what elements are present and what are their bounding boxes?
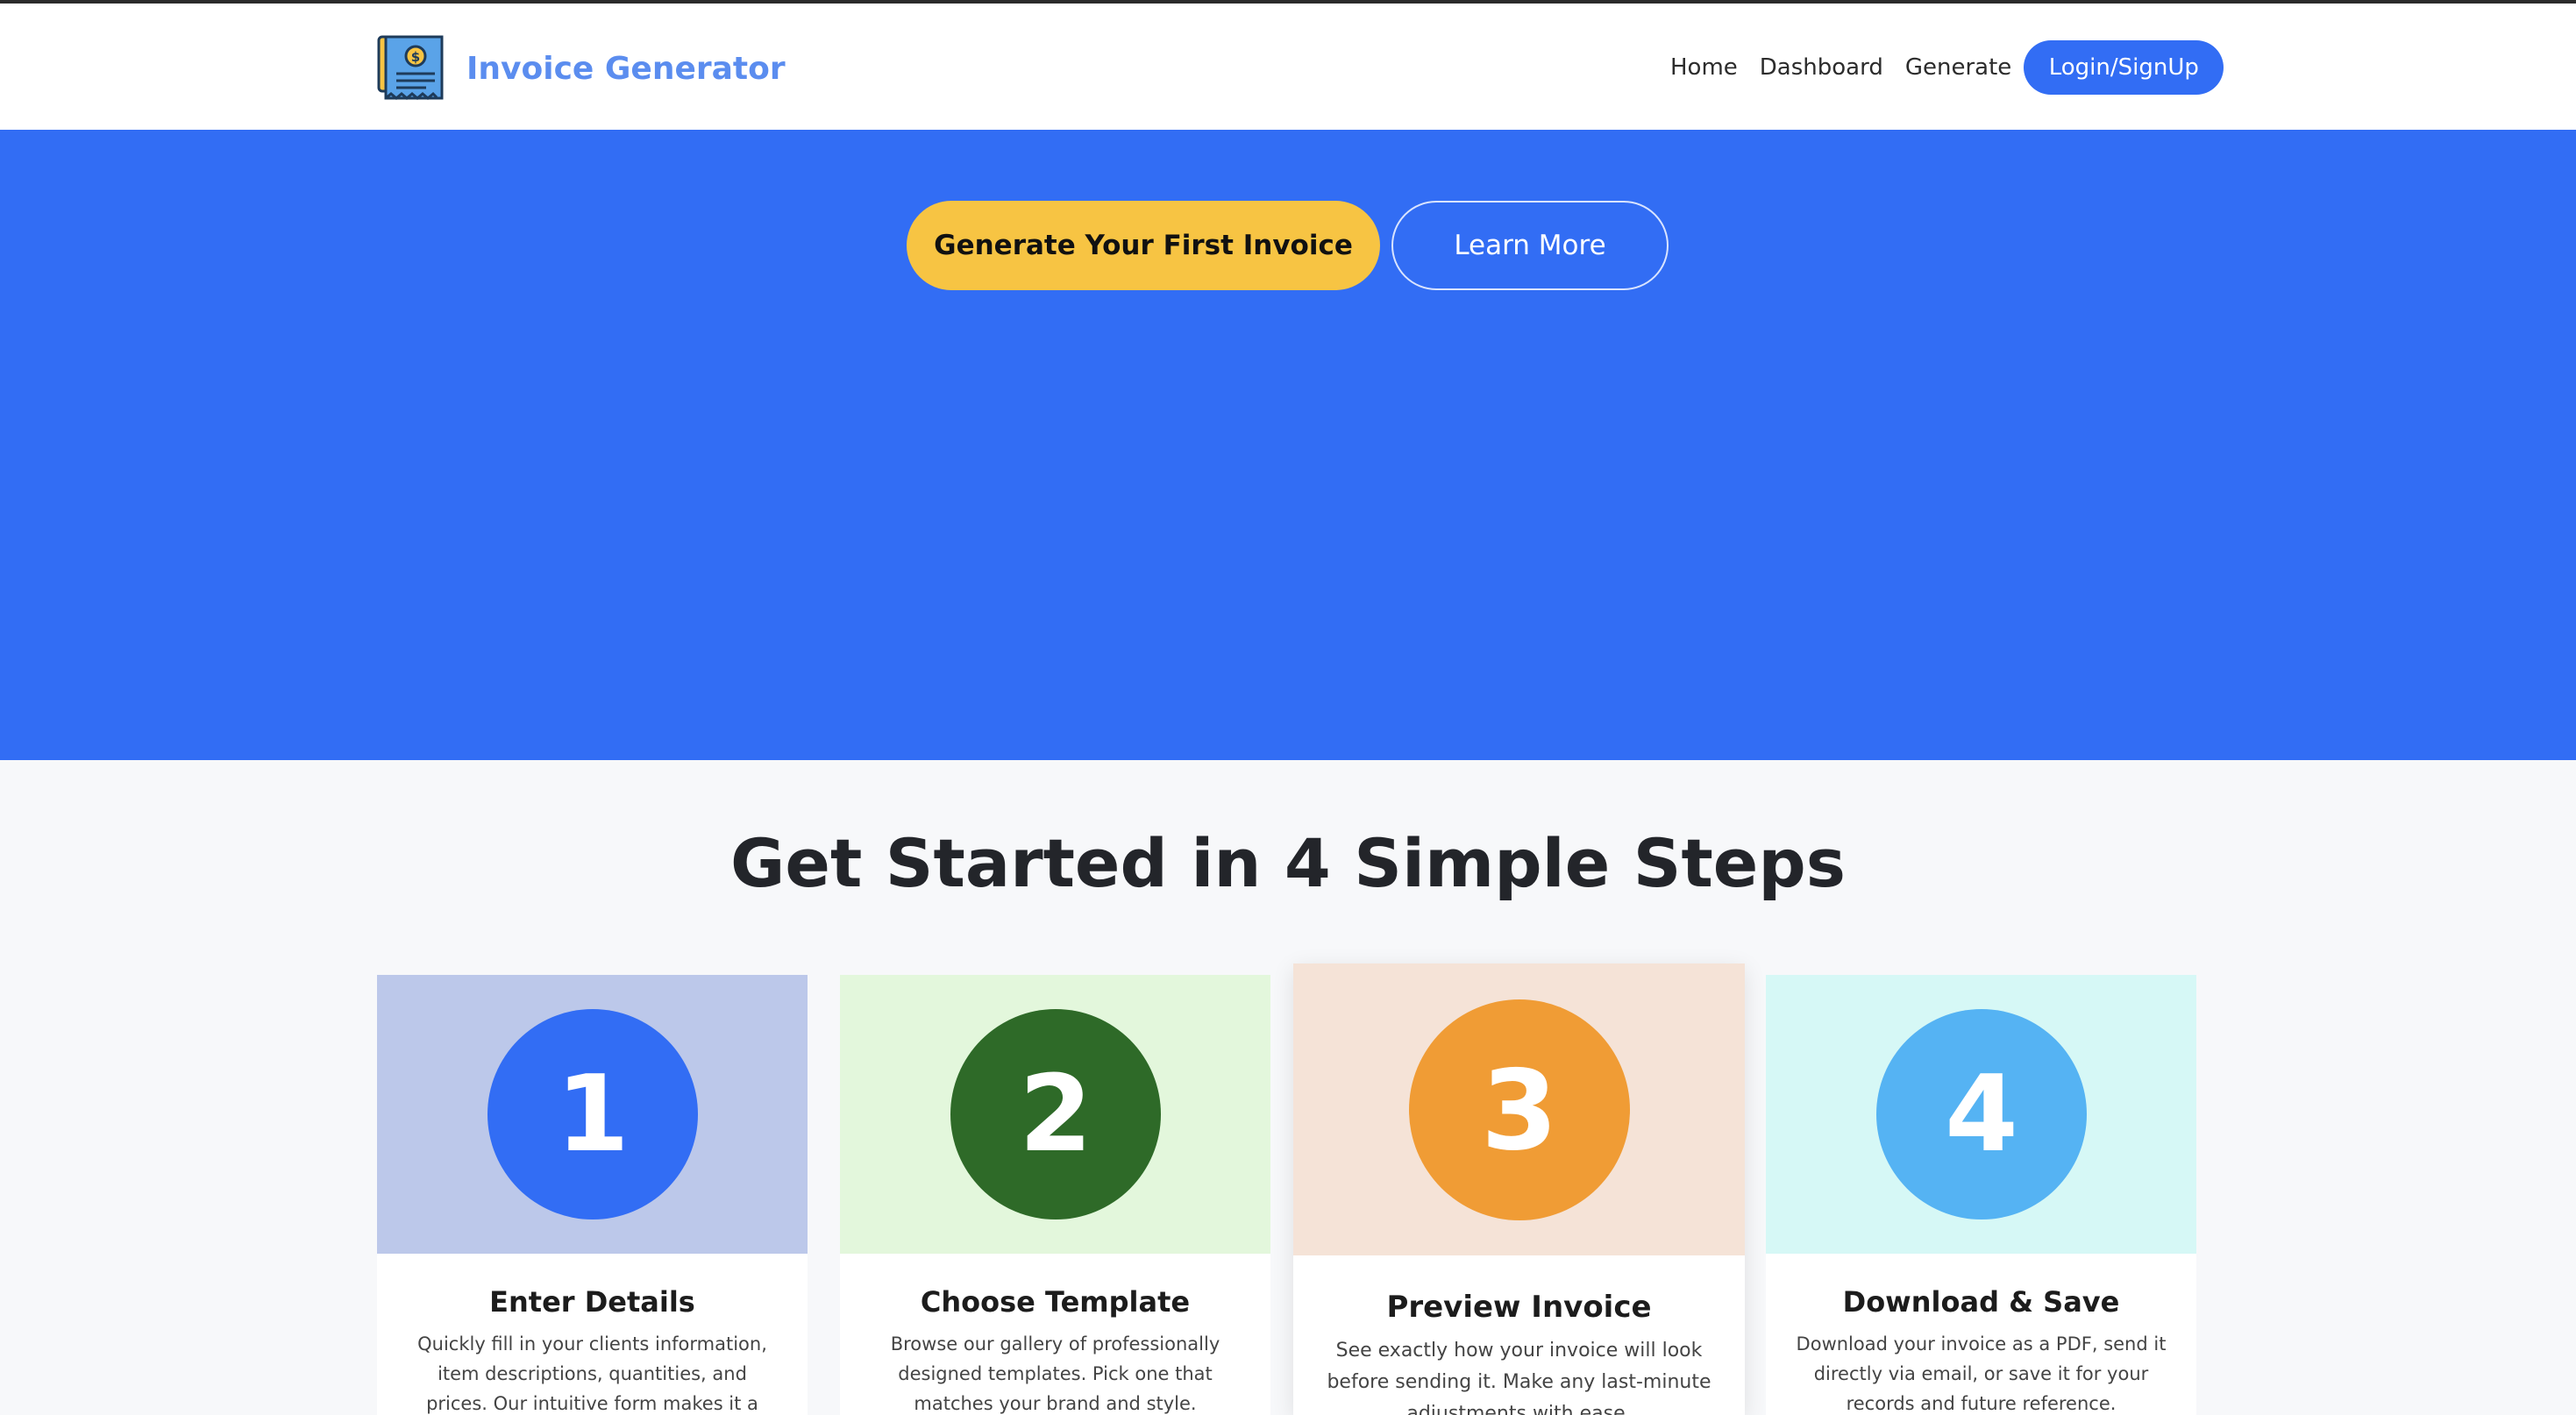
nav-dashboard-link[interactable]: Dashboard	[1760, 54, 1883, 81]
step-number: 4	[1945, 1053, 2018, 1176]
step-card-1: 1 Enter Details Quickly fill in your cli…	[377, 975, 808, 1415]
generate-first-invoice-button[interactable]: Generate Your First Invoice	[907, 201, 1380, 290]
nav-generate-link[interactable]: Generate	[1905, 54, 2011, 81]
step-number: 3	[1481, 1045, 1558, 1175]
brand-name: Invoice Generator	[466, 50, 786, 87]
step-title: Preview Invoice	[1386, 1290, 1652, 1325]
step-number-badge: 3	[1409, 999, 1630, 1220]
learn-more-button[interactable]: Learn More	[1391, 201, 1669, 290]
step-card-2: 2 Choose Template Browse our gallery of …	[840, 975, 1270, 1415]
step-card-4: 4 Download & Save Download your invoice …	[1766, 975, 2196, 1415]
invoice-logo-icon: $	[377, 33, 445, 103]
svg-text:$: $	[411, 49, 420, 65]
step-description: Download your invoice as a PDF, send it …	[1796, 1333, 2167, 1414]
login-signup-button[interactable]: Login/SignUp	[2024, 40, 2224, 95]
nav-home-link[interactable]: Home	[1670, 54, 1738, 81]
step-card-3: 3 Preview Invoice See exactly how your i…	[1293, 963, 1745, 1415]
main-nav: Home Dashboard Generate Login/SignUp	[1670, 40, 2224, 95]
step-number-badge: 1	[487, 1009, 698, 1219]
step-number: 1	[556, 1053, 630, 1176]
step-title: Choose Template	[920, 1285, 1191, 1319]
step-number-badge: 2	[950, 1009, 1161, 1219]
step-description: Quickly fill in your clients information…	[417, 1333, 767, 1414]
step-description: Browse our gallery of professionally des…	[890, 1333, 1220, 1414]
hero-section: Generate Your First Invoice Learn More	[0, 130, 2576, 760]
step-number: 2	[1019, 1053, 1092, 1176]
step-title: Enter Details	[489, 1285, 695, 1319]
navbar: $ Invoice Generator Home Dashboard Gener…	[0, 4, 2576, 130]
brand[interactable]: $ Invoice Generator	[377, 32, 786, 104]
step-description: See exactly how your invoice will look b…	[1327, 1340, 1711, 1415]
steps-heading: Get Started in 4 Simple Steps	[730, 824, 1846, 902]
step-number-badge: 4	[1876, 1009, 2087, 1219]
step-title: Download & Save	[1842, 1285, 2120, 1319]
